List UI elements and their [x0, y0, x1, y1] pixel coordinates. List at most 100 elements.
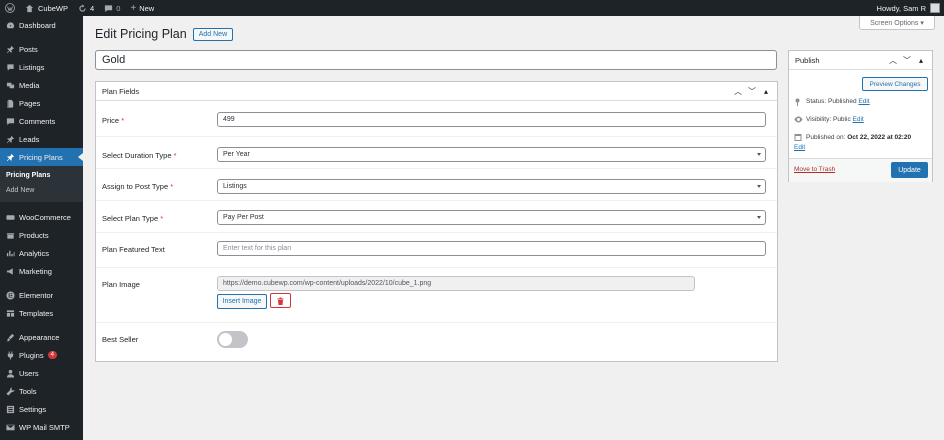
eye-icon: [794, 116, 803, 123]
price-row: Price * 499: [96, 102, 777, 137]
post-title-input[interactable]: Gold: [95, 50, 777, 70]
settings-icon: [5, 404, 15, 414]
templates-icon: [5, 308, 15, 318]
featured-text-label: Plan Featured Text: [102, 245, 165, 254]
move-up-icon[interactable]: ︿: [886, 53, 900, 67]
comments-icon: [5, 116, 15, 126]
media-icon: [5, 80, 15, 90]
menu-label: Templates: [19, 308, 54, 318]
remove-image-button[interactable]: [270, 293, 291, 308]
menu-appearance[interactable]: Appearance: [0, 328, 83, 346]
menu-pages[interactable]: Pages: [0, 94, 83, 112]
edit-status-link[interactable]: Edit: [858, 98, 869, 105]
analytics-icon: [5, 248, 15, 258]
menu-pricing-plans[interactable]: Pricing Plans: [0, 148, 83, 166]
move-down-icon[interactable]: ﹀: [900, 53, 914, 67]
duration-label: Select Duration Type *: [102, 151, 177, 160]
preview-changes-button[interactable]: Preview Changes: [862, 77, 928, 91]
pin-icon: [794, 98, 803, 106]
new-content-link[interactable]: + New: [125, 0, 159, 16]
menu-label: Plugins: [19, 350, 44, 360]
duration-select[interactable]: Per Year: [217, 147, 766, 162]
menu-comments[interactable]: Comments: [0, 112, 83, 130]
menu-templates[interactable]: Templates: [0, 304, 83, 322]
menu-label: Marketing: [19, 266, 52, 276]
wp-logo-button[interactable]: [0, 0, 20, 16]
menu-label: Analytics: [19, 248, 50, 258]
howdy-text: Howdy, Sam R: [876, 3, 926, 13]
featured-text-row: Plan Featured Text Enter text for this p…: [96, 233, 777, 268]
menu-label: Listings: [19, 62, 45, 72]
submenu-add-new[interactable]: Add New: [0, 183, 83, 198]
insert-image-button[interactable]: Insert Image: [217, 294, 267, 309]
woo-icon: [5, 212, 15, 222]
menu-label: Comments: [19, 116, 56, 126]
trash-icon: [277, 297, 284, 305]
menu-label: Elementor: [19, 290, 54, 300]
plan-fields-header: Plan Fields ︿ ﹀ ▴: [96, 82, 777, 101]
edit-visibility-link[interactable]: Edit: [853, 116, 864, 123]
plugins-update-badge: 4: [47, 351, 57, 359]
menu-analytics[interactable]: Analytics: [0, 244, 83, 262]
menu-posts[interactable]: Posts: [0, 40, 83, 58]
submenu-pricing-plans[interactable]: Pricing Plans: [0, 168, 83, 183]
admin-sidebar: Dashboard Posts Listings Media Pages Com…: [0, 16, 83, 440]
publish-box: Publish ︿ ﹀ ▴ Preview Changes Status: Pu…: [788, 50, 933, 182]
add-new-button[interactable]: Add New: [192, 27, 234, 41]
best-seller-toggle[interactable]: [217, 331, 248, 348]
menu-label: WP Mail SMTP: [19, 422, 70, 432]
menu-marketing[interactable]: Marketing: [0, 262, 83, 280]
menu-label: Pricing Plans: [19, 152, 63, 162]
site-name-link[interactable]: CubeWP: [20, 0, 73, 16]
collapse-icon[interactable]: ▴: [759, 84, 773, 98]
menu-listings[interactable]: Listings: [0, 58, 83, 76]
plan-type-select[interactable]: Pay Per Post: [217, 210, 766, 225]
menu-label: Tools: [19, 386, 37, 396]
menu-media[interactable]: Media: [0, 76, 83, 94]
move-up-icon[interactable]: ︿: [731, 84, 745, 98]
edit-date-link[interactable]: Edit: [794, 144, 805, 151]
plan-image-row: Plan Image https://demo.cubewp.com/wp-co…: [96, 268, 777, 323]
menu-leads[interactable]: Leads: [0, 130, 83, 148]
home-icon: [25, 4, 34, 12]
move-down-icon[interactable]: ﹀: [745, 84, 759, 98]
publish-header: Publish ︿ ﹀ ▴: [789, 51, 932, 70]
best-seller-label: Best Seller: [102, 335, 139, 344]
updates-link[interactable]: 4: [73, 0, 99, 16]
plan-type-row: Select Plan Type * Pay Per Post: [96, 201, 777, 233]
menu-products[interactable]: Products: [0, 226, 83, 244]
publish-footer: Move to Trash Update: [789, 158, 932, 182]
plug-icon: [5, 350, 15, 360]
collapse-icon[interactable]: ▴: [914, 53, 928, 67]
screen-options-button[interactable]: Screen Options ▾: [859, 16, 935, 30]
menu-label: Products: [19, 230, 49, 240]
site-name: CubeWP: [38, 3, 69, 13]
update-button[interactable]: Update: [891, 162, 928, 178]
menu-dashboard[interactable]: Dashboard: [0, 16, 83, 34]
comment-bubble-icon: [105, 4, 113, 12]
featured-text-input[interactable]: Enter text for this plan: [217, 241, 766, 256]
page-title: Edit Pricing Plan: [95, 27, 187, 41]
my-account[interactable]: Howdy, Sam R: [877, 3, 944, 13]
plan-fields-box: Plan Fields ︿ ﹀ ▴ Price * 499 Select Dur…: [95, 81, 778, 362]
menu-label: Media: [19, 80, 40, 90]
menu-settings[interactable]: Settings: [0, 400, 83, 418]
plus-icon: +: [130, 2, 137, 14]
avatar: [930, 3, 940, 13]
menu-elementor[interactable]: Elementor: [0, 286, 83, 304]
menu-tools[interactable]: Tools: [0, 382, 83, 400]
price-input[interactable]: 499: [217, 112, 766, 127]
menu-woocommerce[interactable]: WooCommerce: [0, 208, 83, 226]
pin-icon: [5, 134, 15, 144]
menu-label: Leads: [19, 134, 40, 144]
post-type-select[interactable]: Listings: [217, 179, 766, 194]
mail-icon: [5, 422, 15, 432]
menu-users[interactable]: Users: [0, 364, 83, 382]
comments-count: 0: [116, 3, 121, 13]
move-to-trash-link[interactable]: Move to Trash: [794, 166, 835, 173]
menu-plugins[interactable]: Plugins 4: [0, 346, 83, 364]
comments-link[interactable]: 0: [99, 0, 125, 16]
visibility-line: Visibility: Public Edit: [794, 116, 864, 123]
menu-wp-mail-smtp[interactable]: WP Mail SMTP: [0, 418, 83, 436]
status-line: Status: Published Edit: [794, 98, 870, 106]
